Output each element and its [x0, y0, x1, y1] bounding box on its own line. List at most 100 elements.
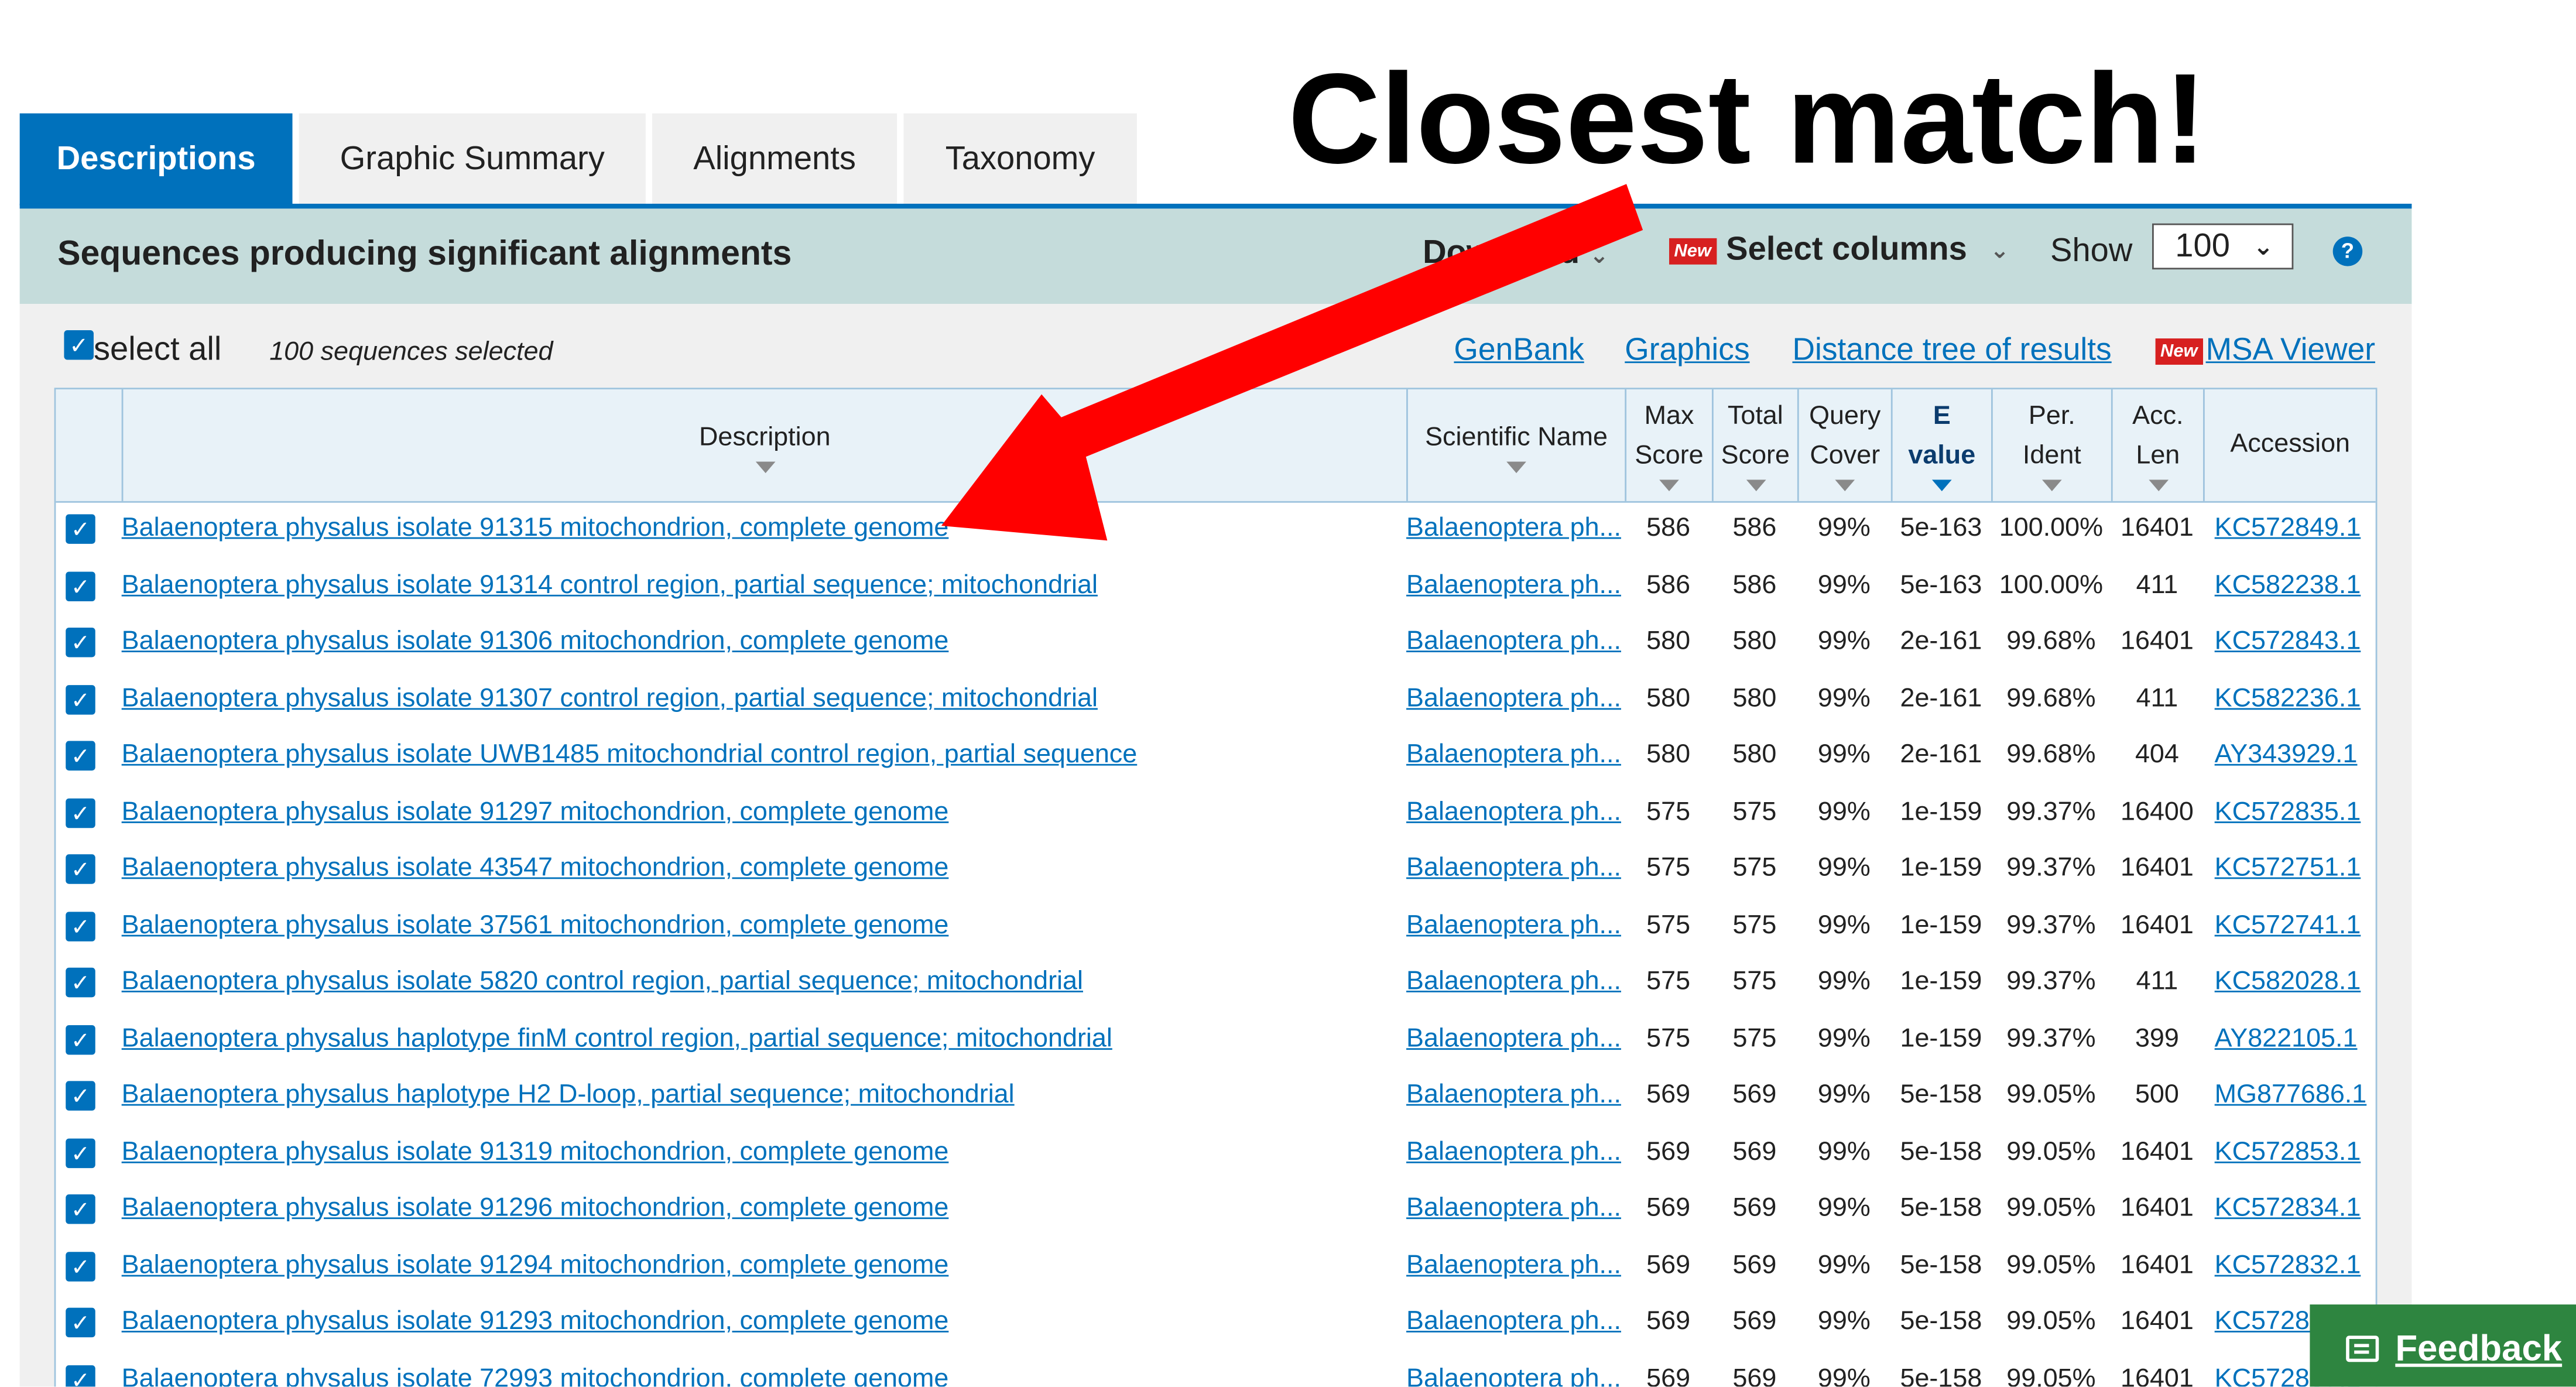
row-checkbox[interactable]: ✓	[66, 627, 95, 657]
accession-link[interactable]: KC572751.1	[2215, 854, 2361, 884]
row-checkbox[interactable]: ✓	[66, 571, 95, 601]
row-checkbox[interactable]: ✓	[66, 1081, 95, 1111]
description-link[interactable]: Balaenoptera physalus haplotype H2 D-loo…	[122, 1081, 1015, 1111]
row-checkbox[interactable]: ✓	[66, 684, 95, 714]
scientific-name-link[interactable]: Balaenoptera ph...	[1406, 1308, 1621, 1338]
accession-link[interactable]: KC572835.1	[2215, 797, 2361, 827]
column-header-accession[interactable]: Accession	[2203, 389, 2376, 501]
description-link[interactable]: Balaenoptera physalus isolate UWB1485 mi…	[122, 741, 1138, 771]
description-link[interactable]: Balaenoptera physalus isolate 91297 mito…	[122, 797, 949, 827]
scientific-name-link[interactable]: Balaenoptera ph...	[1406, 1081, 1621, 1111]
total-score-cell: 569	[1732, 1138, 1777, 1166]
scientific-name-link[interactable]: Balaenoptera ph...	[1406, 514, 1621, 544]
accession-link[interactable]: MG877686.1	[2215, 1081, 2367, 1111]
accession-link[interactable]: AY822105.1	[2215, 1025, 2358, 1054]
graphics-link[interactable]: Graphics	[1625, 334, 1749, 370]
select-all-checkbox[interactable]: ✓	[64, 330, 94, 360]
row-checkbox[interactable]: ✓	[66, 514, 95, 544]
genbank-link[interactable]: GenBank	[1454, 334, 1584, 370]
column-header-per-ident[interactable]: Per. Ident	[1991, 389, 2111, 501]
scientific-name-link[interactable]: Balaenoptera ph...	[1406, 1138, 1621, 1167]
description-link[interactable]: Balaenoptera physalus isolate 91296 mito…	[122, 1194, 949, 1224]
chevron-down-icon: ⌄	[2253, 233, 2274, 262]
help-icon[interactable]: ?	[2332, 237, 2363, 266]
scientific-name-link[interactable]: Balaenoptera ph...	[1406, 797, 1621, 827]
accession-link[interactable]: KC582028.1	[2215, 968, 2361, 998]
scientific-name-link[interactable]: Balaenoptera ph...	[1406, 854, 1621, 884]
accession-link[interactable]: KC572741.1	[2215, 911, 2361, 941]
row-checkbox[interactable]: ✓	[66, 1024, 95, 1054]
query-cover-cell: 99%	[1817, 1364, 1871, 1387]
scientific-name-link[interactable]: Balaenoptera ph...	[1406, 1025, 1621, 1054]
description-link[interactable]: Balaenoptera physalus isolate 91294 mito…	[122, 1251, 949, 1281]
row-checkbox[interactable]: ✓	[66, 967, 95, 998]
accession-link[interactable]: KC582238.1	[2215, 571, 2361, 601]
description-link[interactable]: Balaenoptera physalus isolate 91319 mito…	[122, 1138, 949, 1167]
column-header-total-score[interactable]: Total Score	[1711, 389, 1797, 501]
show-count-select[interactable]: 100 ⌄	[2152, 223, 2294, 270]
tab-taxonomy[interactable]: Taxonomy	[903, 113, 1137, 206]
scientific-name-link[interactable]: Balaenoptera ph...	[1406, 684, 1621, 714]
e-value-cell: 5e-163	[1900, 514, 1982, 543]
scientific-name-link[interactable]: Balaenoptera ph...	[1406, 741, 1621, 771]
row-checkbox[interactable]: ✓	[66, 1307, 95, 1338]
total-score-cell: 569	[1732, 1364, 1777, 1387]
column-header-query-cover[interactable]: Query Cover	[1797, 389, 1891, 501]
row-checkbox[interactable]: ✓	[66, 1251, 95, 1281]
scientific-name-link[interactable]: Balaenoptera ph...	[1406, 628, 1621, 657]
description-link[interactable]: Balaenoptera physalus isolate 5820 contr…	[122, 968, 1083, 998]
description-link[interactable]: Balaenoptera physalus isolate 91306 mito…	[122, 628, 949, 657]
tab-graphic-summary[interactable]: Graphic Summary	[299, 113, 646, 206]
accession-link[interactable]: KC572853.1	[2215, 1138, 2361, 1167]
description-link[interactable]: Balaenoptera physalus isolate 91315 mito…	[122, 514, 949, 544]
row-checkbox[interactable]: ✓	[66, 1364, 95, 1387]
download-menu[interactable]: Download ⌄	[1423, 235, 1609, 273]
accession-link[interactable]: KC572843.1	[2215, 628, 2361, 657]
accession-link[interactable]: KC572849.1	[2215, 514, 2361, 544]
column-label: Total Score	[1721, 402, 1790, 470]
max-score-cell: 575	[1646, 797, 1691, 826]
description-link[interactable]: Balaenoptera physalus isolate 91314 cont…	[122, 571, 1098, 601]
distance-tree-link[interactable]: Distance tree of results	[1792, 334, 2111, 370]
description-link[interactable]: Balaenoptera physalus isolate 37561 mito…	[122, 911, 949, 941]
accession-link[interactable]: KC582236.1	[2215, 684, 2361, 714]
scientific-name-link[interactable]: Balaenoptera ph...	[1406, 571, 1621, 601]
description-link[interactable]: Balaenoptera physalus isolate 72993 mito…	[122, 1364, 949, 1386]
row-checkbox[interactable]: ✓	[66, 854, 95, 884]
description-link[interactable]: Balaenoptera physalus isolate 91293 mito…	[122, 1308, 949, 1338]
scientific-name-link[interactable]: Balaenoptera ph...	[1406, 1364, 1621, 1386]
scientific-name-link[interactable]: Balaenoptera ph...	[1406, 911, 1621, 941]
row-checkbox[interactable]: ✓	[66, 1194, 95, 1224]
per-ident-cell: 99.05%	[2006, 1364, 2096, 1387]
scientific-name-link[interactable]: Balaenoptera ph...	[1406, 968, 1621, 998]
msa-viewer-label: MSA Viewer	[2205, 333, 2375, 368]
acc-len-cell: 411	[2136, 571, 2178, 599]
e-value-cell: 5e-158	[1900, 1194, 1982, 1222]
row-checkbox[interactable]: ✓	[66, 741, 95, 771]
total-score-cell: 586	[1732, 514, 1777, 543]
column-header-acc-len[interactable]: Acc. Len	[2111, 389, 2203, 501]
scientific-name-link[interactable]: Balaenoptera ph...	[1406, 1194, 1621, 1224]
description-link[interactable]: Balaenoptera physalus isolate 43547 mito…	[122, 854, 949, 884]
select-columns-menu[interactable]: New Select columns ⌄	[1669, 232, 2009, 270]
row-checkbox[interactable]: ✓	[66, 1138, 95, 1167]
accession-link[interactable]: KC572834.1	[2215, 1194, 2361, 1224]
row-checkbox[interactable]: ✓	[66, 910, 95, 941]
description-link[interactable]: Balaenoptera physalus isolate 91307 cont…	[122, 684, 1098, 714]
select-all-label[interactable]: select all	[94, 332, 221, 370]
per-ident-cell: 99.68%	[2006, 684, 2096, 713]
feedback-button[interactable]: Feedback	[2310, 1304, 2576, 1387]
column-header-description[interactable]: Description	[121, 389, 1406, 501]
accession-link[interactable]: KC572832.1	[2215, 1251, 2361, 1281]
tab-alignments[interactable]: Alignments	[652, 113, 898, 206]
column-header-scientific-name[interactable]: Scientific Name	[1406, 389, 1625, 501]
acc-len-cell: 16401	[2120, 1251, 2194, 1279]
description-link[interactable]: Balaenoptera physalus haplotype finM con…	[122, 1025, 1112, 1054]
column-header-max-score[interactable]: Max Score	[1625, 389, 1712, 501]
msa-viewer-link[interactable]: New MSA Viewer	[2155, 333, 2375, 370]
scientific-name-link[interactable]: Balaenoptera ph...	[1406, 1251, 1621, 1281]
tab-descriptions[interactable]: Descriptions	[19, 113, 293, 206]
row-checkbox[interactable]: ✓	[66, 797, 95, 827]
accession-link[interactable]: AY343929.1	[2215, 741, 2358, 771]
column-header-e-value[interactable]: Evalue	[1890, 389, 1991, 501]
